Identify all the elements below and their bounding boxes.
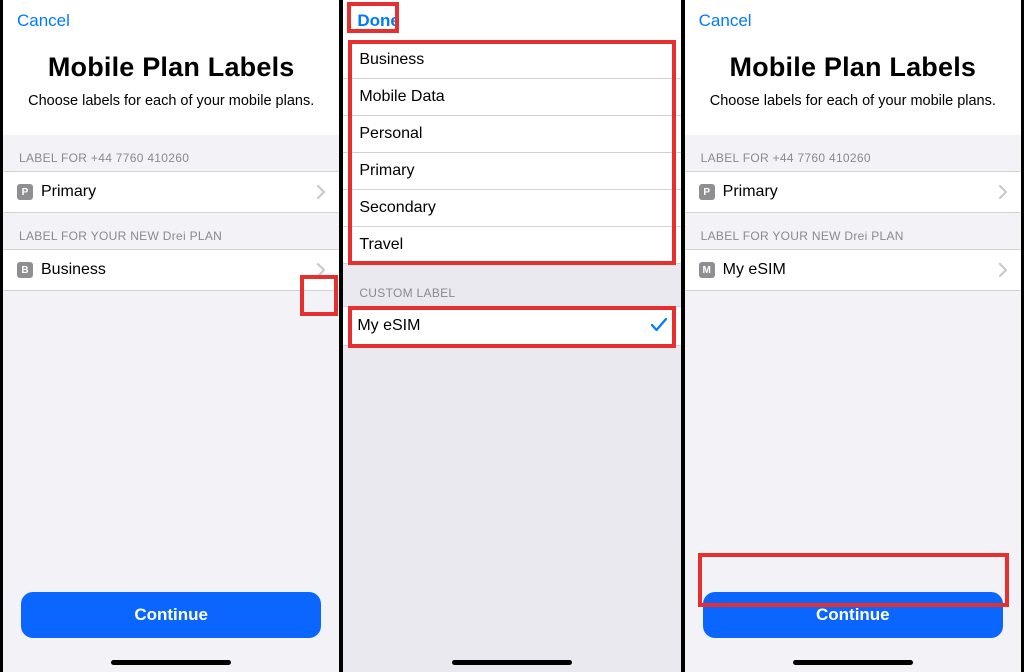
plan-label: My eSIM: [723, 261, 991, 279]
spacer: [343, 346, 680, 672]
chevron-right-icon: [999, 263, 1007, 277]
hero: Mobile Plan Labels Choose labels for eac…: [685, 42, 1021, 135]
label-option[interactable]: Business: [343, 42, 680, 79]
spacer: [685, 291, 1021, 592]
home-indicator: [111, 660, 231, 665]
screen-3: Cancel Mobile Plan Labels Choose labels …: [683, 0, 1024, 672]
label-option-text: Mobile Data: [359, 88, 666, 106]
plan-badge-icon: P: [699, 184, 715, 200]
plan-row-business[interactable]: B Business: [3, 249, 339, 291]
chevron-right-icon: [317, 185, 325, 199]
plan-label: Primary: [723, 183, 991, 201]
label-option[interactable]: Primary: [343, 153, 680, 190]
custom-label-caption: CUSTOM LABEL: [343, 264, 680, 306]
label-option[interactable]: Personal: [343, 116, 680, 153]
label-option-text: Primary: [359, 162, 666, 180]
plan-row-primary[interactable]: P Primary: [3, 171, 339, 213]
spacer: [3, 291, 339, 592]
section-caption-1: LABEL FOR +44 7760 410260: [3, 135, 339, 171]
label-option[interactable]: Secondary: [343, 190, 680, 227]
cancel-button[interactable]: Cancel: [699, 11, 752, 31]
plan-row-primary[interactable]: P Primary: [685, 171, 1021, 213]
hero: Mobile Plan Labels Choose labels for eac…: [3, 42, 339, 135]
plan-row-myesim[interactable]: M My eSIM: [685, 249, 1021, 291]
label-option-text: Secondary: [359, 199, 666, 217]
section-caption-2: LABEL FOR YOUR NEW Drei PLAN: [685, 213, 1021, 249]
chevron-right-icon: [999, 185, 1007, 199]
page-title: Mobile Plan Labels: [703, 52, 1003, 83]
custom-label-value: My eSIM: [357, 317, 642, 335]
page-subtitle: Choose labels for each of your mobile pl…: [21, 93, 321, 109]
plan-badge-icon: B: [17, 262, 33, 278]
done-button[interactable]: Done: [357, 11, 400, 31]
label-option[interactable]: Mobile Data: [343, 79, 680, 116]
screen-2: Done Business Mobile Data Personal Prima…: [341, 0, 682, 672]
continue-button[interactable]: Continue: [703, 592, 1003, 638]
label-option-text: Business: [359, 51, 666, 69]
plan-label: Primary: [41, 183, 309, 201]
screen-1: Cancel Mobile Plan Labels Choose labels …: [0, 0, 341, 672]
plan-badge-icon: P: [17, 184, 33, 200]
plan-badge-icon: M: [699, 262, 715, 278]
label-option-text: Travel: [359, 236, 666, 254]
page-title: Mobile Plan Labels: [21, 52, 321, 83]
continue-button[interactable]: Continue: [21, 592, 321, 638]
section-caption-2: LABEL FOR YOUR NEW Drei PLAN: [3, 213, 339, 249]
cancel-button[interactable]: Cancel: [17, 11, 70, 31]
section-caption-1: LABEL FOR +44 7760 410260: [685, 135, 1021, 171]
navbar: Cancel: [685, 0, 1021, 42]
checkmark-icon: [651, 316, 667, 337]
chevron-right-icon: [317, 263, 325, 277]
navbar: Done: [343, 0, 680, 42]
home-indicator: [452, 660, 572, 665]
plan-label: Business: [41, 261, 309, 279]
custom-label-row[interactable]: My eSIM: [343, 306, 680, 346]
label-option-text: Personal: [359, 125, 666, 143]
page-subtitle: Choose labels for each of your mobile pl…: [703, 93, 1003, 109]
home-indicator: [793, 660, 913, 665]
navbar: Cancel: [3, 0, 339, 42]
label-options-list: Business Mobile Data Personal Primary Se…: [343, 42, 680, 264]
label-option[interactable]: Travel: [343, 227, 680, 264]
